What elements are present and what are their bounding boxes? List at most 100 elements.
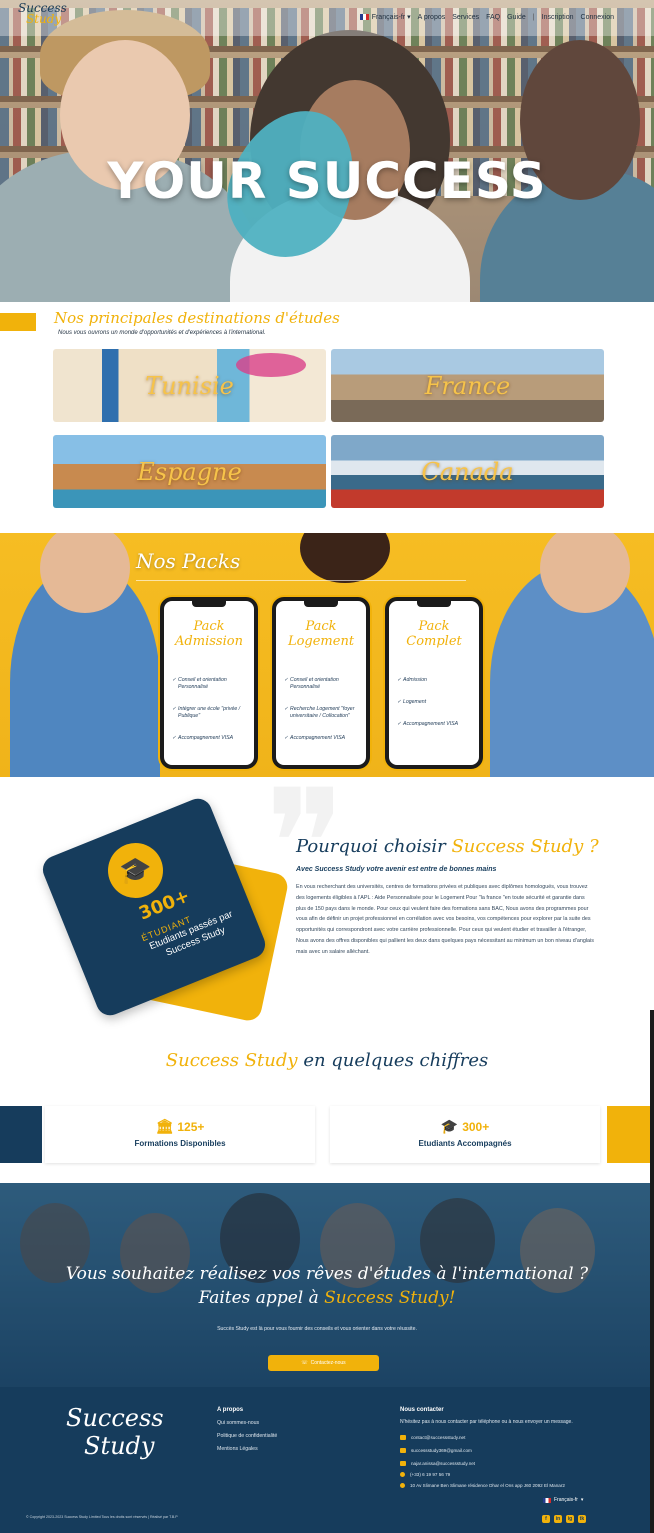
hero-overlay bbox=[0, 0, 654, 302]
figures-title-accent: Success Study bbox=[165, 1050, 298, 1071]
stat-etudiants: 🎓 300+ Etudiants Accompagnés bbox=[330, 1106, 600, 1163]
french-flag-icon bbox=[359, 14, 369, 21]
stat-value: 125+ bbox=[177, 1119, 205, 1134]
footer-contact-intro: N'hésitez pas à nous contacter par télép… bbox=[400, 1419, 573, 1425]
footer-contact-title: Nous contacter bbox=[400, 1407, 444, 1413]
phone-notch bbox=[417, 601, 451, 607]
destinations-title: Nos principales destinations d'études bbox=[54, 309, 340, 327]
pack-features: Admission Logement Accompagnement VISA bbox=[397, 677, 475, 743]
footer-link-mentions[interactable]: Mentions Légales bbox=[217, 1446, 258, 1452]
location-icon bbox=[400, 1483, 405, 1488]
cta-text: Succès Study est là pour vous fournir de… bbox=[217, 1326, 417, 1332]
destination-card-canada[interactable]: Canada bbox=[331, 435, 604, 508]
destination-card-france[interactable]: France bbox=[331, 349, 604, 422]
nav-link-faq[interactable]: FAQ bbox=[486, 14, 500, 21]
section-accent-tab bbox=[0, 313, 36, 331]
nav-link-services[interactable]: Services bbox=[452, 14, 479, 21]
figures-title-rest: en quelques chiffres bbox=[303, 1050, 489, 1071]
hero-banner: YOUR SUCCESS bbox=[0, 0, 654, 302]
destination-label: Canada bbox=[421, 457, 514, 486]
why-subtitle: Avec Success Study votre avenir est entr… bbox=[296, 866, 497, 873]
divider bbox=[136, 580, 466, 581]
pack-feature: Admission bbox=[397, 677, 475, 684]
footer-logo-line1: Success bbox=[66, 1404, 164, 1432]
site-logo[interactable]: Success Study bbox=[18, 2, 67, 26]
footer-about-title: A propos bbox=[217, 1407, 244, 1413]
instagram-icon[interactable]: ig bbox=[566, 1515, 574, 1523]
pack-card-logement[interactable]: Pack Logement Conseil et orientation Per… bbox=[272, 597, 370, 769]
destinations-subtitle: Nous vous ouvrons un monde d'opportunité… bbox=[58, 330, 266, 336]
destination-card-espagne[interactable]: Espagne bbox=[53, 435, 326, 508]
destination-label: Espagne bbox=[137, 457, 242, 486]
top-navbar: Success Study Français-fr ▾ A propos Ser… bbox=[0, 0, 654, 36]
contact-text: najar.anissa@successstudy.net bbox=[411, 1461, 476, 1466]
footer-contact-email[interactable]: successstudy369@gmail.com bbox=[400, 1448, 472, 1453]
pack-title: Pack Admission bbox=[175, 619, 243, 649]
footer-contact-email[interactable]: najar.anissa@successstudy.net bbox=[400, 1461, 475, 1466]
connexion-link[interactable]: Connexion bbox=[581, 14, 614, 21]
pack-features: Conseil et orientation Personnalisé Rech… bbox=[284, 677, 362, 757]
copyright-text: © Copyright 2023-2023 Success Study Limi… bbox=[26, 1515, 178, 1519]
nav-link-guide[interactable]: Guide bbox=[507, 14, 526, 21]
mail-icon bbox=[400, 1448, 406, 1453]
chevron-down-icon: ▾ bbox=[580, 1497, 584, 1503]
stat-accent-bar bbox=[0, 1106, 42, 1163]
graduates-icon: 🎓 bbox=[440, 1118, 459, 1134]
tiktok-icon[interactable]: tk bbox=[578, 1515, 586, 1523]
stat-formations: 🏛 125+ Formations Disponibles bbox=[45, 1106, 315, 1163]
pack-feature: Accompagnement VISA bbox=[172, 735, 250, 742]
stat-value: 300+ bbox=[462, 1119, 490, 1134]
pack-title: Pack Complet bbox=[406, 619, 462, 649]
destination-label: Tunisie bbox=[145, 371, 234, 400]
footer-language-label: Français-fr bbox=[554, 1497, 578, 1503]
illustration-figure bbox=[300, 533, 390, 583]
footer-logo-line2: Study bbox=[84, 1432, 155, 1460]
footer-contact-email[interactable]: contact@successstudy.net bbox=[400, 1435, 465, 1440]
why-title: Pourquoi choisir Success Study ? bbox=[296, 836, 599, 857]
inscription-link[interactable]: Inscription bbox=[542, 14, 574, 21]
contact-text: 10 Av Slimane Ben Slimane résidence Dhar… bbox=[410, 1483, 565, 1488]
mail-icon bbox=[400, 1435, 406, 1440]
why-body: En vous recherchant des universités, cen… bbox=[296, 884, 594, 955]
phone-notch bbox=[192, 601, 226, 607]
figures-title: Success Study en quelques chiffres bbox=[0, 1050, 654, 1071]
footer-logo[interactable]: Success Study bbox=[66, 1404, 164, 1460]
building-icon: 🏛 bbox=[155, 1118, 174, 1134]
destination-card-tunisie[interactable]: Tunisie bbox=[53, 349, 326, 422]
language-selector[interactable]: Français-fr ▾ bbox=[359, 13, 411, 21]
language-label: Français-fr bbox=[371, 14, 406, 21]
stat-label: Formations Disponibles bbox=[134, 1139, 226, 1148]
stat-accent-bar bbox=[607, 1106, 654, 1163]
linkedin-icon[interactable]: in bbox=[554, 1515, 562, 1523]
pack-features: Conseil et orientation Personnalisé Inté… bbox=[172, 677, 250, 757]
footer-contact-phone[interactable]: (+33) 6 19 97 56 79 bbox=[400, 1472, 450, 1477]
footer-link-qui-sommes-nous[interactable]: Qui sommes-nous bbox=[217, 1420, 259, 1426]
graduate-avatar-icon: 🎓 bbox=[108, 843, 163, 898]
pack-card-admission[interactable]: Pack Admission Conseil et orientation Pe… bbox=[160, 597, 258, 769]
cta-title: Vous souhaitez réalisez vos rêves d'étud… bbox=[40, 1262, 614, 1310]
pack-feature: Accompagnement VISA bbox=[284, 735, 362, 742]
footer-link-politique[interactable]: Politique de confidentialité bbox=[217, 1433, 277, 1439]
pack-card-complet[interactable]: Pack Complet Admission Logement Accompag… bbox=[385, 597, 483, 769]
nav-link-a-propos[interactable]: A propos bbox=[418, 14, 446, 21]
facebook-icon[interactable]: f bbox=[542, 1515, 550, 1523]
stat-value-row: 🏛 125+ bbox=[45, 1118, 315, 1135]
why-title-accent: Success Study ? bbox=[451, 836, 599, 857]
destination-label: France bbox=[424, 371, 511, 400]
pack-feature: Intégrer une école "privée / Publique" bbox=[172, 706, 250, 720]
mail-icon bbox=[400, 1461, 406, 1466]
french-flag-icon bbox=[543, 1497, 551, 1503]
pack-feature: Conseil et orientation Personnalisé bbox=[284, 677, 362, 691]
nav-menu: Français-fr ▾ A propos Services FAQ Guid… bbox=[359, 13, 614, 21]
pack-feature: Logement bbox=[397, 699, 475, 706]
footer-language-selector[interactable]: Français-fr ▾ bbox=[543, 1497, 583, 1503]
logo-text-line2: Study bbox=[26, 12, 62, 26]
pack-feature: Accompagnement VISA bbox=[397, 721, 475, 728]
scrollbar[interactable] bbox=[650, 1010, 654, 1533]
contact-button[interactable]: ☏ Contactez-nous bbox=[268, 1355, 379, 1371]
pack-title: Pack Logement bbox=[287, 619, 355, 649]
hero-title: YOUR SUCCESS bbox=[107, 152, 547, 210]
contact-text: successstudy369@gmail.com bbox=[411, 1448, 472, 1453]
stat-value-row: 🎓 300+ bbox=[330, 1118, 600, 1135]
whatsapp-icon bbox=[400, 1472, 405, 1477]
